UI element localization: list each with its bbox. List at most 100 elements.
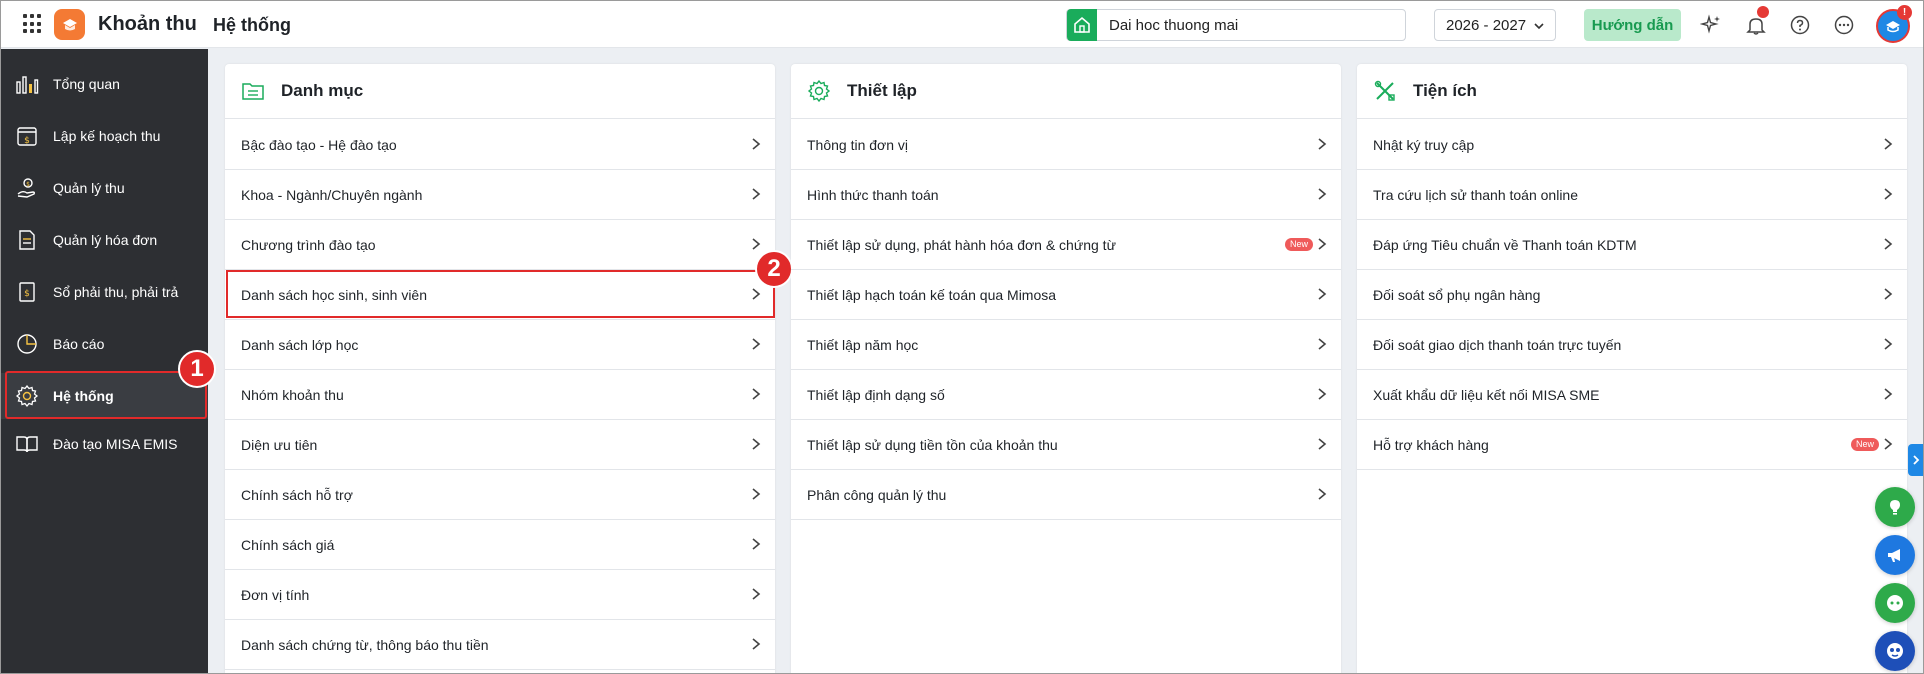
list-item[interactable]: Thiết lập năm học (791, 320, 1341, 370)
sidebar-item-quan-ly-thu[interactable]: $ Quản lý thu (1, 165, 208, 211)
more-icon[interactable] (1831, 12, 1857, 38)
list-item[interactable]: Thiết lập sử dụng tiền tồn của khoản thu (791, 420, 1341, 470)
chevron-right-icon (751, 237, 761, 256)
sidebar-item-so-phai-thu[interactable]: $ Sổ phải thu, phải trả (1, 269, 208, 315)
notification-badge (1757, 6, 1769, 18)
lightbulb-icon[interactable] (1875, 487, 1915, 527)
list-item[interactable]: Khoa - Ngành/Chuyên ngành (225, 170, 775, 220)
chevron-right-icon (1317, 237, 1327, 256)
chevron-right-icon (1883, 387, 1893, 406)
sidebar-item-label: Tổng quan (53, 76, 120, 92)
guide-button[interactable]: Hướng dẫn (1584, 9, 1681, 41)
list-item[interactable]: Danh sách lớp học (225, 320, 775, 370)
chevron-right-icon (751, 587, 761, 606)
help-icon[interactable] (1787, 12, 1813, 38)
folder-list-icon (241, 79, 265, 103)
megaphone-icon[interactable] (1875, 535, 1915, 575)
chevron-right-icon (751, 137, 761, 156)
unit-selector[interactable]: Dai hoc thuong mai (1066, 9, 1406, 41)
chevron-right-icon (751, 337, 761, 356)
list-item-danh-sach-hoc-sinh[interactable]: Danh sách học sinh, sinh viên (225, 270, 775, 320)
sidebar-item-lap-ke-hoach-thu[interactable]: $ Lập kế hoạch thu (1, 113, 208, 159)
collapse-panel-tab[interactable] (1908, 444, 1923, 476)
list-item[interactable]: Thiết lập sử dụng, phát hành hóa đơn & c… (791, 220, 1341, 270)
chevron-right-icon (1883, 287, 1893, 306)
avatar-badge: ! (1897, 5, 1912, 20)
list-item[interactable]: Nhóm khoản thu (225, 370, 775, 420)
gear-icon (13, 382, 41, 410)
chevron-down-icon (1533, 19, 1545, 37)
open-book-icon (13, 430, 41, 458)
sidebar-item-label: Quản lý thu (53, 180, 125, 196)
list-item[interactable]: Hỗ trợ khách hàng New (1357, 420, 1907, 470)
panel-header: Thiết lập (791, 64, 1341, 119)
sidebar-item-dao-tao-misa-emis[interactable]: Đào tạo MISA EMIS (1, 421, 208, 467)
panel-thiet-lap: Thiết lập Thông tin đơn vị Hình thức tha… (791, 64, 1341, 673)
list-item[interactable]: Chính sách hỗ trợ (225, 470, 775, 520)
app-logo[interactable] (54, 9, 85, 40)
panel-tien-ich: Tiện ích Nhật ký truy cập Tra cứu lịch s… (1357, 64, 1907, 673)
app-window: Khoản thu Hệ thống Dai hoc thuong mai 20… (0, 0, 1924, 674)
chevron-right-icon (751, 287, 761, 306)
chevron-right-icon (1317, 487, 1327, 506)
list-item[interactable]: Tra cứu lịch sử thanh toán online (1357, 170, 1907, 220)
list-item[interactable]: Đối soát giao dịch thanh toán trực tuyến (1357, 320, 1907, 370)
list-item[interactable]: Thiết lập hạch toán kế toán qua Mimosa (791, 270, 1341, 320)
invoice-icon (13, 226, 41, 254)
list-item[interactable]: Đáp ứng Tiêu chuẩn về Thanh toán KDTM (1357, 220, 1907, 270)
hand-money-icon: $ (13, 174, 41, 202)
panel-title: Thiết lập (847, 81, 917, 100)
sidebar-item-tong-quan[interactable]: Tổng quan (1, 61, 208, 107)
chevron-right-icon (1317, 437, 1327, 456)
chevron-right-icon (751, 437, 761, 456)
apps-grid-icon[interactable] (23, 14, 43, 34)
tools-icon (1373, 79, 1397, 103)
list-item[interactable]: Đối soát sổ phụ ngân hàng (1357, 270, 1907, 320)
list-item[interactable]: Nhật ký truy cập (1357, 120, 1907, 170)
svg-text:$: $ (24, 136, 30, 146)
sidebar-item-label: Sổ phải thu, phải trả (53, 284, 179, 300)
list-item[interactable]: Chương trình đào tạo (225, 220, 775, 270)
chevron-right-icon (1317, 137, 1327, 156)
list-item[interactable]: Thiết lập định dạng số (791, 370, 1341, 420)
list-item[interactable]: Diện ưu tiên (225, 420, 775, 470)
sidebar-item-bao-cao[interactable]: Báo cáo (1, 321, 208, 367)
school-year-value: 2026 - 2027 (1446, 17, 1527, 34)
chevron-right-icon (1317, 337, 1327, 356)
school-year-select[interactable]: 2026 - 2027 (1434, 9, 1556, 41)
sidebar-item-label: Đào tạo MISA EMIS (53, 436, 178, 452)
assistant-avatar-icon[interactable] (1875, 631, 1915, 671)
sidebar: Tổng quan $ Lập kế hoạch thu $ Quản lý t… (1, 49, 208, 673)
sidebar-item-he-thong[interactable]: Hệ thống (1, 373, 208, 419)
step-marker-2: 2 (755, 250, 793, 288)
svg-text:$: $ (26, 181, 30, 188)
page-title: Hệ thống (213, 15, 291, 35)
chevron-right-icon (751, 487, 761, 506)
list-item[interactable]: Chính sách giá (225, 520, 775, 570)
chevron-right-icon (1883, 337, 1893, 356)
chat-bot-icon[interactable] (1875, 583, 1915, 623)
list-item[interactable]: Hình thức thanh toán (791, 170, 1341, 220)
chevron-right-icon (751, 387, 761, 406)
sparkle-ai-icon[interactable] (1698, 12, 1724, 38)
panel-danh-muc: Danh mục Bậc đào tạo - Hệ đào tạo Khoa -… (225, 64, 775, 673)
svg-text:$: $ (24, 289, 30, 299)
chevron-right-icon (1317, 287, 1327, 306)
bar-chart-icon (13, 70, 41, 98)
unit-name: Dai hoc thuong mai (1109, 17, 1239, 34)
home-icon (1067, 9, 1097, 41)
top-bar: Khoản thu Hệ thống Dai hoc thuong mai 20… (1, 1, 1923, 48)
chevron-right-icon (1883, 187, 1893, 206)
list-item[interactable]: Danh sách chứng từ, thông báo thu tiền (225, 620, 775, 670)
chevron-right-icon (1883, 237, 1893, 256)
sidebar-item-label: Quản lý hóa đơn (53, 232, 158, 248)
sidebar-item-quan-ly-hoa-don[interactable]: Quản lý hóa đơn (1, 217, 208, 263)
list-item[interactable]: Xuất khẩu dữ liệu kết nối MISA SME (1357, 370, 1907, 420)
list-item[interactable]: Bậc đào tạo - Hệ đào tạo (225, 120, 775, 170)
ledger-book-icon: $ (13, 278, 41, 306)
sidebar-item-label: Báo cáo (53, 336, 105, 352)
list-item[interactable]: Thông tin đơn vị (791, 120, 1341, 170)
list-item[interactable]: Đơn vị tính (225, 570, 775, 620)
list-item[interactable]: Phân công quản lý thu (791, 470, 1341, 520)
sidebar-item-label: Hệ thống (53, 388, 114, 404)
